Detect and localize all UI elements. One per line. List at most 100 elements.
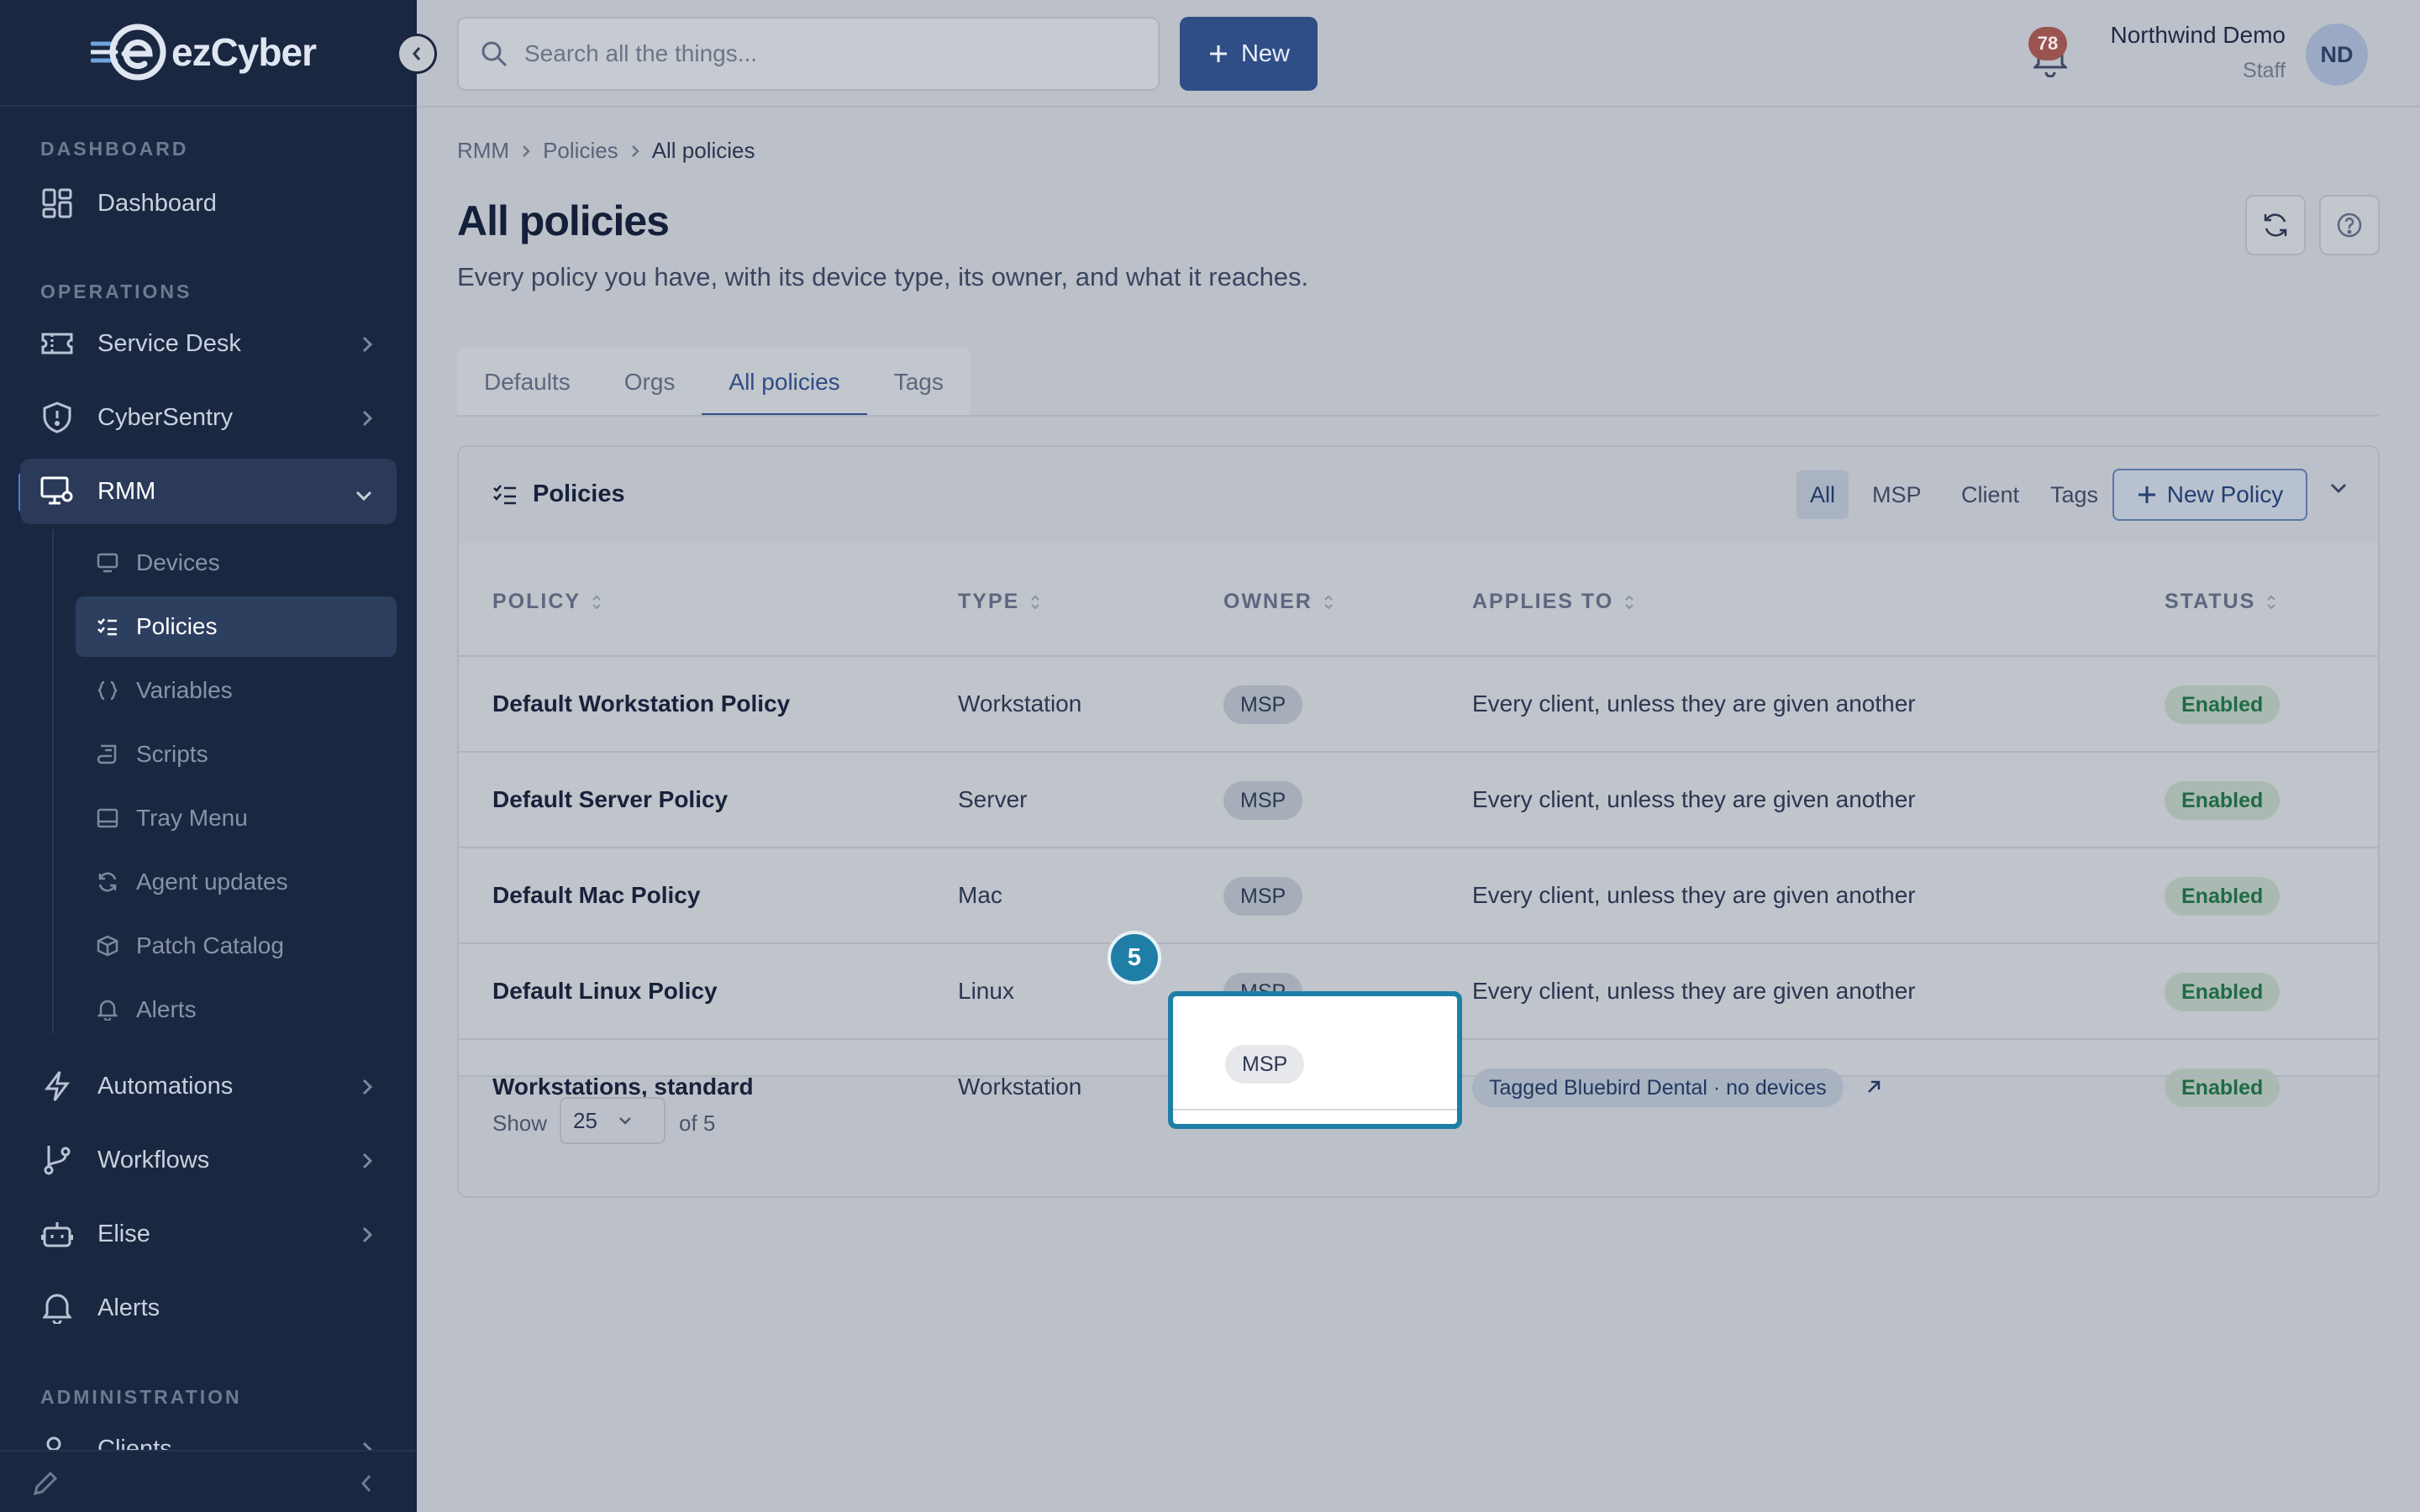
sidebar-item-service-desk[interactable]: Service Desk xyxy=(20,311,397,376)
owner-pill: MSP xyxy=(1223,877,1303,916)
avatar[interactable]: ND xyxy=(2306,24,2368,86)
new-button[interactable]: New xyxy=(1180,17,1318,91)
filter-all[interactable]: All xyxy=(1797,470,1849,519)
brand-logo[interactable]: ezCyber xyxy=(88,22,317,82)
sidebar-item-rmm[interactable]: RMM xyxy=(20,459,397,524)
breadcrumb-policies[interactable]: Policies xyxy=(543,138,618,164)
grid-icon xyxy=(40,186,74,220)
braces-icon xyxy=(96,679,119,702)
policy-name[interactable]: Default Workstation Policy xyxy=(492,690,790,717)
status-badge: Enabled xyxy=(2165,877,2281,916)
filter-tags[interactable]: Tags xyxy=(2037,470,2112,519)
column-header-type[interactable]: TYPE xyxy=(958,590,1041,614)
tab-orgs[interactable]: Orgs xyxy=(597,348,702,417)
table-row[interactable]: Default Mac Policy Mac MSP Every client,… xyxy=(459,847,2378,942)
tab-defaults[interactable]: Defaults xyxy=(457,348,597,417)
sidebar-subitem-tray-menu[interactable]: Tray Menu xyxy=(76,788,397,848)
search-box[interactable] xyxy=(457,17,1160,91)
sidebar-item-workflows[interactable]: Workflows xyxy=(20,1127,397,1193)
chevron-right-icon xyxy=(361,1149,373,1177)
search-input[interactable] xyxy=(524,40,1113,67)
bell-icon xyxy=(96,998,119,1021)
policy-name[interactable]: Default Linux Policy xyxy=(492,978,718,1005)
page-size-select[interactable]: 25 xyxy=(560,1097,666,1144)
filter-client[interactable]: Client xyxy=(1948,470,2033,519)
notification-count-badge: 78 xyxy=(2028,27,2067,60)
checklist-icon xyxy=(493,484,516,504)
breadcrumb-rmm[interactable]: RMM xyxy=(457,138,509,164)
chevron-left-icon xyxy=(413,47,421,60)
filter-msp[interactable]: MSP xyxy=(1859,470,1935,519)
sidebar-subitem-scripts[interactable]: Scripts xyxy=(76,724,397,785)
sidebar-item-label: Automations xyxy=(97,1072,234,1100)
sidebar-subitem-patch-catalog[interactable]: Patch Catalog xyxy=(76,916,397,976)
chevron-right-icon xyxy=(361,333,373,360)
sidebar-subitem-label: Agent updates xyxy=(136,869,288,895)
sidebar-subitem-devices[interactable]: Devices xyxy=(76,533,397,593)
tray-icon xyxy=(96,806,119,830)
chevron-right-icon xyxy=(361,407,373,434)
policy-type: Workstation xyxy=(958,690,1082,717)
column-header-label: TYPE xyxy=(958,590,1020,613)
column-header-applies-to[interactable]: APPLIES TO xyxy=(1472,590,1635,614)
sidebar-item-automations[interactable]: Automations xyxy=(20,1053,397,1119)
tabs-divider xyxy=(457,415,2380,417)
section-operations: OPERATIONS xyxy=(40,281,192,302)
user-role: Staff xyxy=(2243,59,2286,82)
tab-all-policies[interactable]: All policies xyxy=(702,348,867,417)
sidebar-footer xyxy=(0,1450,417,1512)
policy-name[interactable]: Default Mac Policy xyxy=(492,882,700,909)
sidebar-item-dashboard[interactable]: Dashboard xyxy=(20,171,397,236)
sidebar-subitem-agent-updates[interactable]: Agent updates xyxy=(76,852,397,912)
policy-type: Linux xyxy=(958,978,1014,1004)
column-header-policy[interactable]: POLICY xyxy=(492,590,602,614)
tab-tags[interactable]: Tags xyxy=(867,348,971,417)
sidebar-subitem-policies[interactable]: Policies xyxy=(76,596,397,657)
collapse-sidebar-icon[interactable] xyxy=(360,1473,373,1498)
lightning-icon xyxy=(40,1069,74,1103)
sidebar-item-label: Elise xyxy=(97,1220,150,1247)
sidebar-item-alerts[interactable]: Alerts xyxy=(20,1275,397,1341)
sidebar-item-cybersentry[interactable]: CyberSentry xyxy=(20,385,397,450)
ticket-icon xyxy=(40,327,74,360)
policy-type: Server xyxy=(958,786,1028,812)
policy-name[interactable]: Default Server Policy xyxy=(492,786,728,813)
column-header-status[interactable]: STATUS xyxy=(2165,590,2277,614)
owner-pill: MSP xyxy=(1223,781,1303,820)
sidebar-toggle-button[interactable] xyxy=(397,34,437,74)
status-badge: Enabled xyxy=(2165,685,2281,724)
sort-icon xyxy=(1031,595,1040,609)
search-icon xyxy=(481,41,508,67)
table-row[interactable]: Default Server Policy Server MSP Every c… xyxy=(459,751,2378,847)
sidebar-item-elise[interactable]: Elise xyxy=(20,1201,397,1267)
sidebar-subitem-label: Policies xyxy=(136,613,218,639)
sort-icon xyxy=(1324,595,1333,609)
help-button[interactable] xyxy=(2319,195,2380,255)
sidebar-item-label: Service Desk xyxy=(97,329,241,357)
sidebar-item-label: Alerts xyxy=(97,1294,160,1321)
breadcrumb-current: All policies xyxy=(651,138,755,163)
sidebar-subitem-alerts[interactable]: Alerts xyxy=(76,979,397,1040)
table-row[interactable]: Default Workstation Policy Workstation M… xyxy=(459,655,2378,751)
owner-pill: MSP xyxy=(1223,685,1303,724)
show-label: Show xyxy=(492,1110,548,1136)
page-subtitle: Every policy you have, with its device t… xyxy=(457,262,1309,291)
topbar: New 78 Northwind Demo Staff ND xyxy=(417,0,2420,108)
new-button-label: New xyxy=(1240,39,1290,67)
applies-to: Every client, unless they are given anot… xyxy=(1472,690,1916,717)
pencil-icon[interactable] xyxy=(32,1470,59,1501)
total-count: of 5 xyxy=(679,1110,716,1136)
chevron-down-icon[interactable] xyxy=(2329,482,2348,498)
refresh-button[interactable] xyxy=(2245,195,2306,255)
sidebar-subitem-label: Devices xyxy=(136,549,220,575)
new-policy-button[interactable]: New Policy xyxy=(2112,469,2307,521)
sidebar-subitem-variables[interactable]: Variables xyxy=(76,660,397,721)
plus-icon xyxy=(1209,45,1227,62)
column-header-owner[interactable]: OWNER xyxy=(1223,590,1334,614)
card-title-text: Policies xyxy=(533,480,625,507)
brand-name: ezCyber xyxy=(171,30,317,74)
sort-icon xyxy=(2267,595,2276,609)
column-header-label: STATUS xyxy=(2165,590,2256,613)
sidebar-item-label: Dashboard xyxy=(97,189,217,217)
chevron-down-icon xyxy=(619,1117,631,1125)
